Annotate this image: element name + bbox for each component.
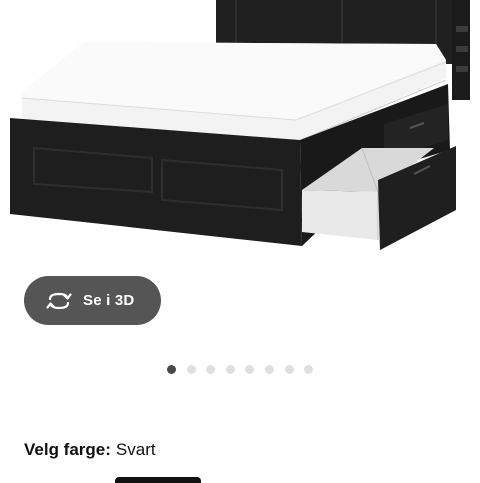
color-selector: Velg farge: Svart	[24, 439, 156, 461]
carousel-dot[interactable]	[284, 364, 294, 374]
color-caption: Velg farge:	[24, 440, 111, 459]
view-3d-button[interactable]: Se i 3D	[24, 276, 161, 325]
view-3d-label: Se i 3D	[83, 292, 135, 309]
color-swatch-selected[interactable]	[115, 477, 201, 483]
carousel-dot[interactable]	[304, 364, 314, 374]
selected-color-value: Svart	[115, 440, 156, 459]
image-carousel-indicator	[167, 364, 324, 374]
carousel-dot[interactable]	[167, 364, 176, 374]
carousel-dot[interactable]	[186, 364, 196, 374]
carousel-dot[interactable]	[206, 364, 216, 374]
carousel-dot[interactable]	[225, 364, 235, 374]
product-image[interactable]	[0, 0, 480, 260]
rotate-3d-icon	[44, 290, 74, 312]
carousel-dot[interactable]	[264, 364, 274, 374]
carousel-dot[interactable]	[245, 364, 255, 374]
